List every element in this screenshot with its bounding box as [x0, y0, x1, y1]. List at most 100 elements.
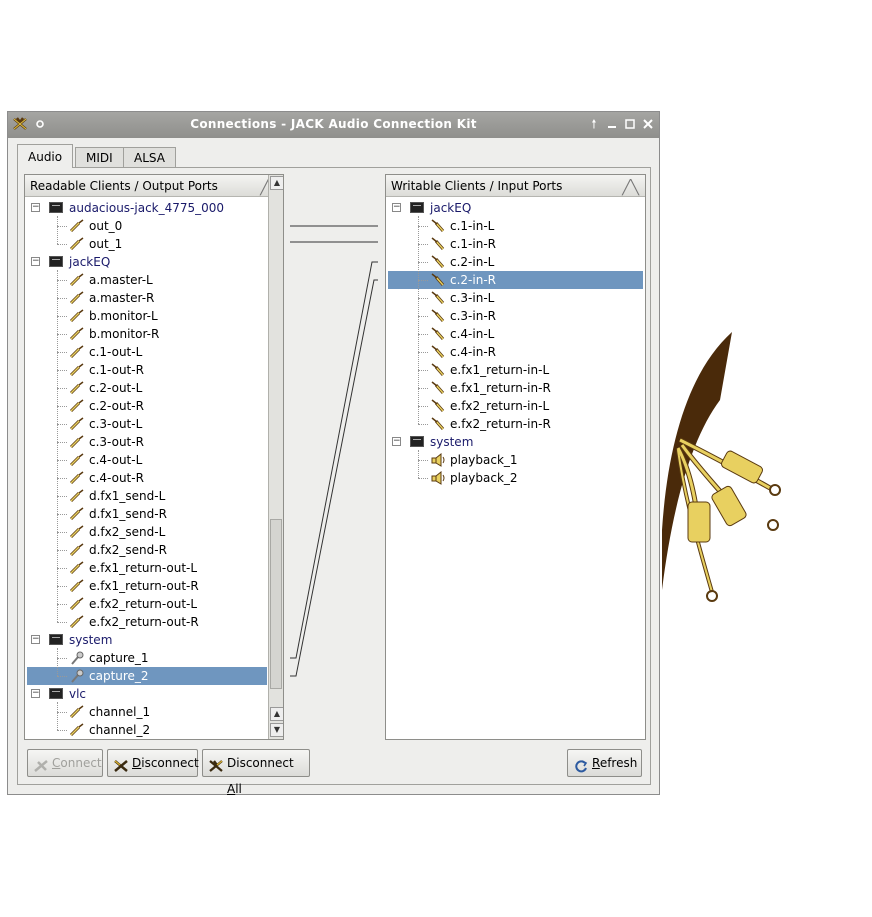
tree-branch — [418, 370, 428, 371]
port-row[interactable]: c.4-in-R — [388, 343, 643, 361]
client-row-system[interactable]: − system — [388, 433, 628, 451]
port-row[interactable]: c.3-out-L — [27, 415, 267, 433]
client-app-icon — [410, 202, 424, 213]
port-row[interactable]: e.fx2_return-out-R — [27, 613, 267, 631]
port-row[interactable]: c.3-in-L — [388, 289, 643, 307]
audio-plug-icon — [430, 399, 446, 413]
port-row[interactable]: out_1 — [27, 235, 267, 253]
port-row[interactable]: c.2-in-R — [388, 271, 643, 289]
tree-branch — [57, 370, 67, 371]
port-label: channel_2 — [89, 723, 151, 737]
port-row[interactable]: b.monitor-L — [27, 307, 267, 325]
tab-midi[interactable]: MIDI — [75, 147, 124, 167]
port-row[interactable]: c.3-in-R — [388, 307, 643, 325]
port-row[interactable]: d.fx1_send-R — [27, 505, 267, 523]
audio-plug-icon — [69, 615, 85, 629]
left-scrollbar[interactable]: ▲ ▲ ▼ — [268, 175, 283, 739]
port-row[interactable]: playback_1 — [388, 451, 643, 469]
client-row-audacious-jack-4775-000[interactable]: − audacious-jack_4775_000 — [27, 199, 267, 217]
collapse-toggle-icon[interactable]: − — [31, 635, 40, 644]
scroll-up-icon[interactable]: ▲ — [270, 707, 283, 721]
disconnect-icon — [113, 756, 129, 772]
refresh-button[interactable]: Refresh — [567, 749, 642, 777]
readable-clients-header[interactable]: Readable Clients / Output Ports ╱╲ — [25, 175, 283, 197]
client-row-jackeq[interactable]: − jackEQ — [27, 253, 267, 271]
port-row[interactable]: e.fx1_return-in-L — [388, 361, 643, 379]
disconnect-button[interactable]: Disconnect — [107, 749, 199, 777]
collapse-toggle-icon[interactable]: − — [392, 437, 401, 446]
port-row[interactable]: a.master-L — [27, 271, 267, 289]
port-row[interactable]: c.1-in-L — [388, 217, 643, 235]
writable-clients-header[interactable]: Writable Clients / Input Ports ╱╲ — [386, 175, 645, 197]
port-row[interactable]: e.fx1_return-out-R — [27, 577, 267, 595]
tree-branch — [418, 406, 428, 407]
tree-branch — [57, 478, 67, 479]
tab-audio[interactable]: Audio — [17, 144, 74, 168]
port-label: playback_1 — [450, 453, 518, 467]
titlebar[interactable]: Connections - JACK Audio Connection Kit … — [8, 112, 659, 138]
port-label: c.2-out-R — [89, 399, 144, 413]
refresh-icon — [573, 756, 589, 773]
port-row[interactable]: c.1-out-R — [27, 361, 267, 379]
tree-guide-line — [57, 702, 58, 730]
port-row[interactable]: c.3-out-R — [27, 433, 267, 451]
connect-button[interactable]: Connect — [27, 749, 103, 777]
audio-plug-icon — [69, 309, 85, 323]
audio-plug-icon — [430, 219, 446, 233]
port-row[interactable]: playback_2 — [388, 469, 643, 487]
scroll-thumb[interactable] — [270, 519, 282, 689]
port-row[interactable]: d.fx2_send-L — [27, 523, 267, 541]
collapse-toggle-icon[interactable]: − — [31, 257, 40, 266]
writable-clients-tree[interactable]: Writable Clients / Input Ports ╱╲ − jackE… — [385, 174, 646, 740]
port-row[interactable]: c.1-in-R — [388, 235, 643, 253]
readable-clients-tree[interactable]: Readable Clients / Output Ports ╱╲ − auda… — [24, 174, 284, 740]
scroll-down-icon[interactable]: ▼ — [270, 723, 283, 737]
port-row[interactable]: c.2-out-L — [27, 379, 267, 397]
port-row[interactable]: e.fx1_return-out-L — [27, 559, 267, 577]
port-row[interactable]: c.1-out-L — [27, 343, 267, 361]
port-row[interactable]: c.4-out-R — [27, 469, 267, 487]
collapse-toggle-icon[interactable]: − — [392, 203, 401, 212]
client-app-icon — [49, 634, 63, 645]
collapse-toggle-icon[interactable]: − — [31, 203, 40, 212]
port-row[interactable]: d.fx1_send-L — [27, 487, 267, 505]
port-row[interactable]: out_0 — [27, 217, 267, 235]
tab-alsa[interactable]: ALSA — [123, 147, 176, 167]
port-row[interactable]: channel_2 — [27, 721, 267, 739]
port-label: c.3-out-L — [89, 417, 143, 431]
tree-branch — [418, 316, 428, 317]
readable-clients-header-label: Readable Clients / Output Ports — [30, 179, 218, 193]
port-row[interactable]: e.fx2_return-out-L — [27, 595, 267, 613]
port-row[interactable]: c.4-in-L — [388, 325, 643, 343]
client-row-vlc[interactable]: − vlc — [27, 685, 267, 703]
port-row[interactable]: c.2-in-L — [388, 253, 643, 271]
speaker-icon — [430, 452, 446, 467]
port-row[interactable]: d.fx2_send-R — [27, 541, 267, 559]
port-row[interactable]: capture_2 — [27, 667, 267, 685]
port-row[interactable]: b.monitor-R — [27, 325, 267, 343]
tree-branch — [57, 226, 67, 227]
port-row[interactable]: channel_1 — [27, 703, 267, 721]
close-icon[interactable] — [640, 116, 656, 132]
port-row[interactable]: e.fx2_return-in-R — [388, 415, 643, 433]
port-row[interactable]: capture_1 — [27, 649, 267, 667]
audio-plug-icon — [69, 399, 85, 413]
port-row[interactable]: e.fx1_return-in-R — [388, 379, 643, 397]
port-row[interactable]: c.2-out-R — [27, 397, 267, 415]
scroll-up-icon[interactable]: ▲ — [270, 176, 283, 190]
collapse-toggle-icon[interactable]: − — [31, 689, 40, 698]
client-row-system[interactable]: − system — [27, 631, 267, 649]
keep-above-icon[interactable]: 🠕 — [586, 116, 602, 132]
maximize-icon[interactable] — [622, 116, 638, 132]
tree-branch — [418, 388, 428, 389]
minimize-icon[interactable] — [604, 116, 620, 132]
port-row[interactable]: a.master-R — [27, 289, 267, 307]
disconnect-all-button[interactable]: Disconnect All — [202, 749, 310, 796]
port-row[interactable]: e.fx2_return-in-L — [388, 397, 643, 415]
port-row[interactable]: c.4-out-L — [27, 451, 267, 469]
audio-plug-icon — [69, 381, 85, 395]
port-label: d.fx2_send-R — [89, 543, 167, 557]
tree-branch — [57, 280, 67, 281]
port-label: c.3-out-R — [89, 435, 144, 449]
client-row-jackeq[interactable]: − jackEQ — [388, 199, 628, 217]
